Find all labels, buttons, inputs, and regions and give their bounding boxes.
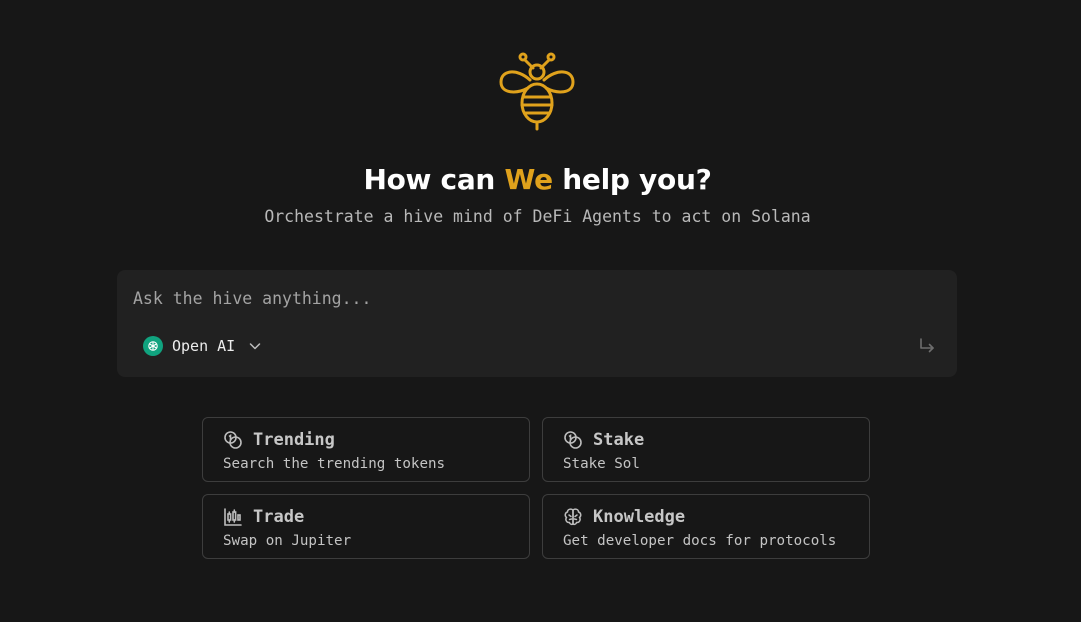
prompt-input[interactable] <box>133 284 913 312</box>
card-title: Stake <box>593 430 645 450</box>
brain-icon <box>564 508 582 526</box>
card-title: Knowledge <box>593 507 686 527</box>
model-selector[interactable]: Open AI <box>143 335 262 357</box>
openai-icon <box>143 336 163 356</box>
card-description: Get developer docs for protocols <box>563 533 837 549</box>
card-description: Stake Sol <box>563 456 640 472</box>
coins-icon <box>224 431 242 449</box>
suggestion-card-knowledge[interactable]: Knowledge Get developer docs for protoco… <box>542 494 870 559</box>
card-description: Search the trending tokens <box>223 456 446 472</box>
headline-accent: We <box>504 163 554 196</box>
headline-text-after: help you? <box>552 163 712 196</box>
page-title: How can We help you? <box>0 160 1075 200</box>
model-label: Open AI <box>172 337 236 355</box>
candlestick-chart-icon <box>224 508 242 526</box>
headline-text-before: How can <box>363 163 505 196</box>
suggestion-card-trending[interactable]: Trending Search the trending tokens <box>202 417 530 482</box>
bee-icon <box>499 52 575 131</box>
chevron-down-icon <box>249 343 261 350</box>
page-subtitle: Orchestrate a hive mind of DeFi Agents t… <box>264 207 811 226</box>
card-title: Trending <box>253 430 335 450</box>
card-description: Swap on Jupiter <box>223 533 352 549</box>
card-title: Trade <box>253 507 305 527</box>
prompt-box: Open AI <box>117 270 957 377</box>
coins-icon <box>564 431 582 449</box>
suggestion-card-stake[interactable]: Stake Stake Sol <box>542 417 870 482</box>
submit-button[interactable] <box>917 336 937 356</box>
suggestion-card-trade[interactable]: Trade Swap on Jupiter <box>202 494 530 559</box>
